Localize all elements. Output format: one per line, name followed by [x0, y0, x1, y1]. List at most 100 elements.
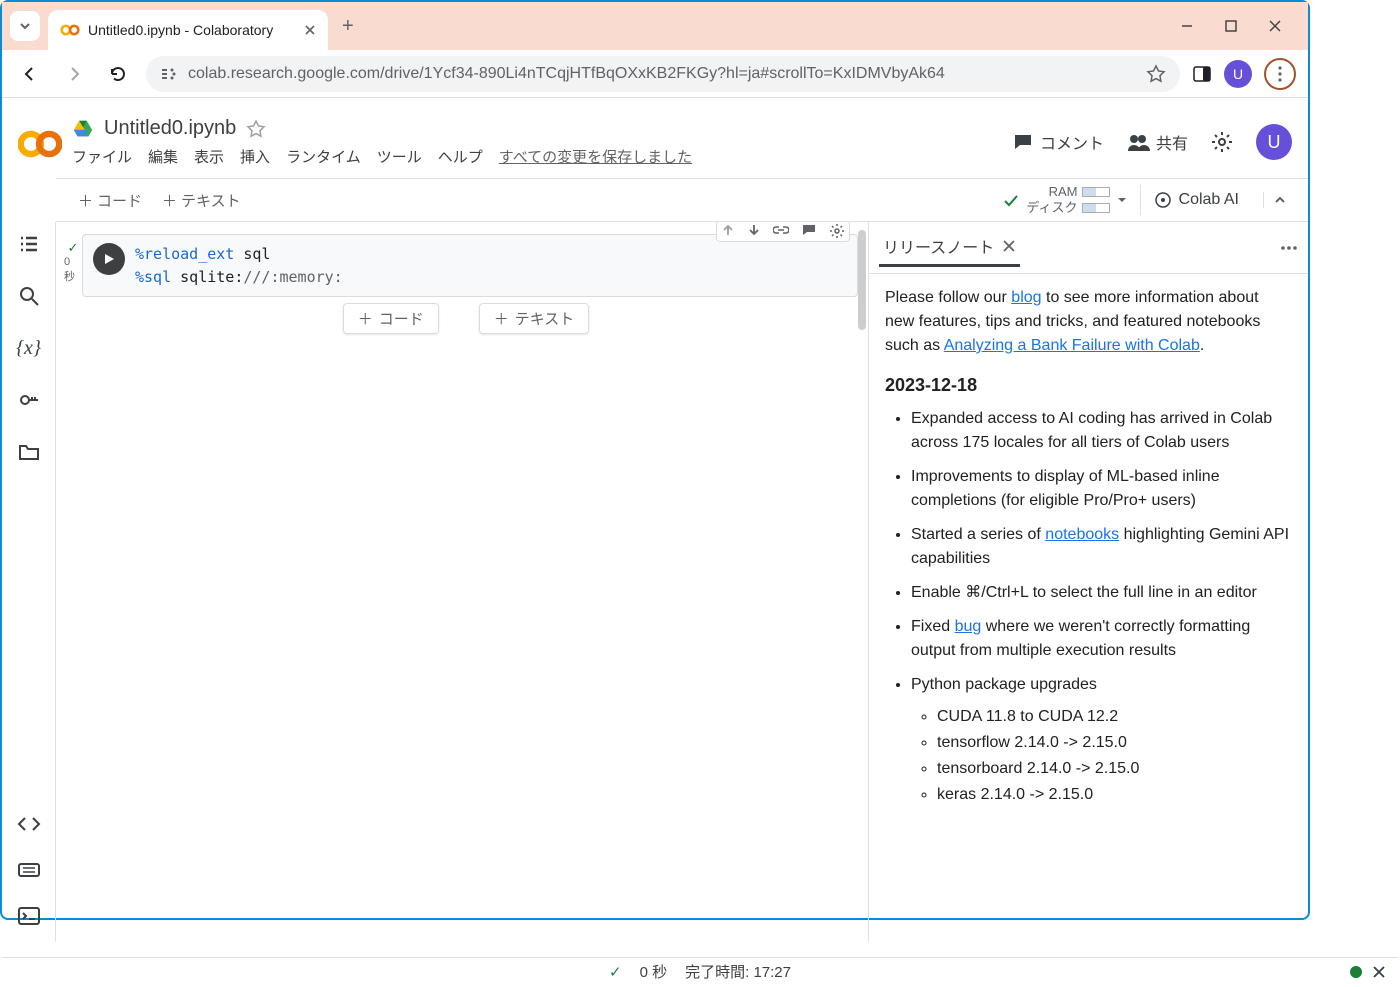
- analyzing-link[interactable]: Analyzing a Bank Failure with Colab: [944, 337, 1200, 354]
- notebook-toolbar: ＋ コード ＋ テキスト RAM ディスク Colab AI: [56, 178, 1308, 222]
- panel-close-button[interactable]: [1002, 239, 1016, 253]
- notebooks-link[interactable]: notebooks: [1045, 526, 1119, 543]
- close-icon: [1372, 965, 1386, 979]
- menu-insert[interactable]: 挿入: [240, 146, 270, 167]
- url-input[interactable]: colab.research.google.com/drive/1Ycf34-8…: [146, 56, 1180, 92]
- code-snippets-button[interactable]: [17, 812, 41, 836]
- nav-reload-button[interactable]: [102, 58, 134, 90]
- menu-runtime[interactable]: ランタイム: [286, 146, 361, 167]
- link-cell-button[interactable]: [773, 223, 789, 239]
- release-notes-panel: リリースノート Please follow our blog to see mo…: [868, 222, 1308, 942]
- tab-close-button[interactable]: [304, 24, 316, 36]
- window-close-button[interactable]: [1268, 19, 1288, 33]
- insert-text-below-button[interactable]: ＋テキスト: [479, 303, 590, 334]
- share-icon: [1126, 131, 1150, 153]
- move-up-button[interactable]: [721, 223, 735, 239]
- insert-code-below-button[interactable]: ＋コード: [343, 303, 439, 334]
- arrow-up-icon: [721, 223, 735, 237]
- notebook-area: ✓ 0 秒 %reload_ext sql %sql sqlite:///:me…: [56, 222, 868, 942]
- list-item: Fixed bug where we weren't correctly for…: [911, 615, 1292, 663]
- window-minimize-button[interactable]: [1180, 19, 1200, 33]
- menu-help[interactable]: ヘルプ: [438, 146, 483, 167]
- status-completed: 完了時間: 17:27: [685, 961, 791, 982]
- window-maximize-button[interactable]: [1224, 19, 1244, 33]
- colab-logo[interactable]: [18, 122, 58, 162]
- list-item: tensorflow 2.14.0 -> 2.15.0: [937, 731, 1292, 755]
- menu-view[interactable]: 表示: [194, 146, 224, 167]
- folder-icon: [17, 440, 41, 464]
- status-bar: ✓ 0 秒 完了時間: 17:27: [2, 957, 1398, 985]
- menu-file[interactable]: ファイル: [72, 146, 132, 167]
- release-notes-tab[interactable]: リリースノート: [879, 228, 1020, 267]
- blog-link[interactable]: blog: [1011, 289, 1041, 306]
- menu-edit[interactable]: 編集: [148, 146, 178, 167]
- chevron-up-icon: [1272, 192, 1288, 208]
- resource-indicator[interactable]: RAM ディスク: [1002, 184, 1127, 215]
- panel-content[interactable]: Please follow our blog to see more infor…: [869, 274, 1308, 942]
- status-close-button[interactable]: [1372, 965, 1386, 979]
- collapse-panel-button[interactable]: [1263, 192, 1296, 208]
- bug-link[interactable]: bug: [955, 618, 982, 635]
- list-item: Started a series of notebooks highlighti…: [911, 523, 1292, 571]
- move-down-button[interactable]: [747, 223, 761, 239]
- new-tab-button[interactable]: +: [342, 15, 354, 38]
- nav-back-button[interactable]: [14, 58, 46, 90]
- notebook-title[interactable]: Untitled0.ipynb: [104, 117, 236, 140]
- comment-cell-button[interactable]: [801, 223, 817, 239]
- plus-icon: ＋: [162, 190, 177, 211]
- check-icon: [1002, 191, 1020, 209]
- terminal-button[interactable]: [17, 904, 41, 928]
- star-outline-icon[interactable]: [246, 119, 266, 139]
- search-button[interactable]: [17, 284, 41, 308]
- colab-ai-button[interactable]: Colab AI: [1140, 185, 1251, 215]
- cell-toolbar: [716, 222, 850, 242]
- browser-tab[interactable]: Untitled0.ipynb - Colaboratory: [48, 10, 328, 50]
- panel-more-button[interactable]: [1280, 245, 1298, 251]
- variables-button[interactable]: {x}: [17, 336, 41, 360]
- cell-settings-button[interactable]: [829, 223, 845, 239]
- command-palette-button[interactable]: [17, 858, 41, 882]
- code-label: コード: [379, 308, 424, 329]
- add-code-cell-button[interactable]: ＋ コード: [68, 186, 152, 215]
- text-label: テキスト: [515, 308, 575, 329]
- keyboard-icon: [17, 858, 41, 882]
- code-cell[interactable]: ✓ 0 秒 %reload_ext sql %sql sqlite:///:me…: [64, 234, 868, 297]
- save-status[interactable]: すべての変更を保存しました: [499, 146, 692, 167]
- code-editor[interactable]: %reload_ext sql %sql sqlite:///:memory:: [135, 243, 343, 288]
- share-button[interactable]: 共有: [1126, 130, 1188, 154]
- code-icon: [17, 812, 41, 836]
- arrow-left-icon: [20, 64, 40, 84]
- gear-icon: [829, 223, 845, 239]
- settings-button[interactable]: [1210, 130, 1234, 154]
- menu-bar: ファイル 編集 表示 挿入 ランタイム ツール ヘルプ すべての変更を保存しまし…: [72, 146, 1012, 167]
- tab-search-dropdown[interactable]: [10, 11, 40, 41]
- side-panel-button[interactable]: [1192, 64, 1212, 84]
- files-button[interactable]: [17, 440, 41, 464]
- toc-button[interactable]: [17, 232, 41, 256]
- browser-titlebar: Untitled0.ipynb - Colaboratory +: [2, 2, 1308, 50]
- cell-exec-time: 0 秒: [64, 256, 82, 284]
- minimize-icon: [1180, 19, 1194, 33]
- account-avatar[interactable]: U: [1256, 124, 1292, 160]
- bookmark-button[interactable]: [1146, 64, 1166, 84]
- list-item: Improvements to display of ML-based inli…: [911, 465, 1292, 513]
- list-item: CUDA 11.8 to CUDA 12.2: [937, 705, 1292, 729]
- star-icon: [1146, 64, 1166, 84]
- chevron-down-icon: [19, 20, 31, 32]
- avatar-letter: U: [1268, 132, 1281, 153]
- run-cell-button[interactable]: [93, 243, 125, 275]
- site-settings-icon[interactable]: [160, 65, 178, 83]
- status-duration: 0 秒: [640, 961, 668, 982]
- menu-tools[interactable]: ツール: [377, 146, 422, 167]
- list-icon: [17, 232, 41, 256]
- nav-forward-button[interactable]: [58, 58, 90, 90]
- colab-ai-label: Colab AI: [1179, 191, 1239, 209]
- disk-label: ディスク: [1026, 200, 1077, 216]
- browser-menu-button[interactable]: [1264, 58, 1296, 90]
- play-icon: [102, 252, 116, 266]
- comment-button[interactable]: コメント: [1012, 130, 1104, 154]
- share-label: 共有: [1156, 130, 1188, 154]
- browser-profile-avatar[interactable]: U: [1224, 60, 1252, 88]
- add-text-cell-button[interactable]: ＋ テキスト: [152, 186, 251, 215]
- secrets-button[interactable]: [17, 388, 41, 412]
